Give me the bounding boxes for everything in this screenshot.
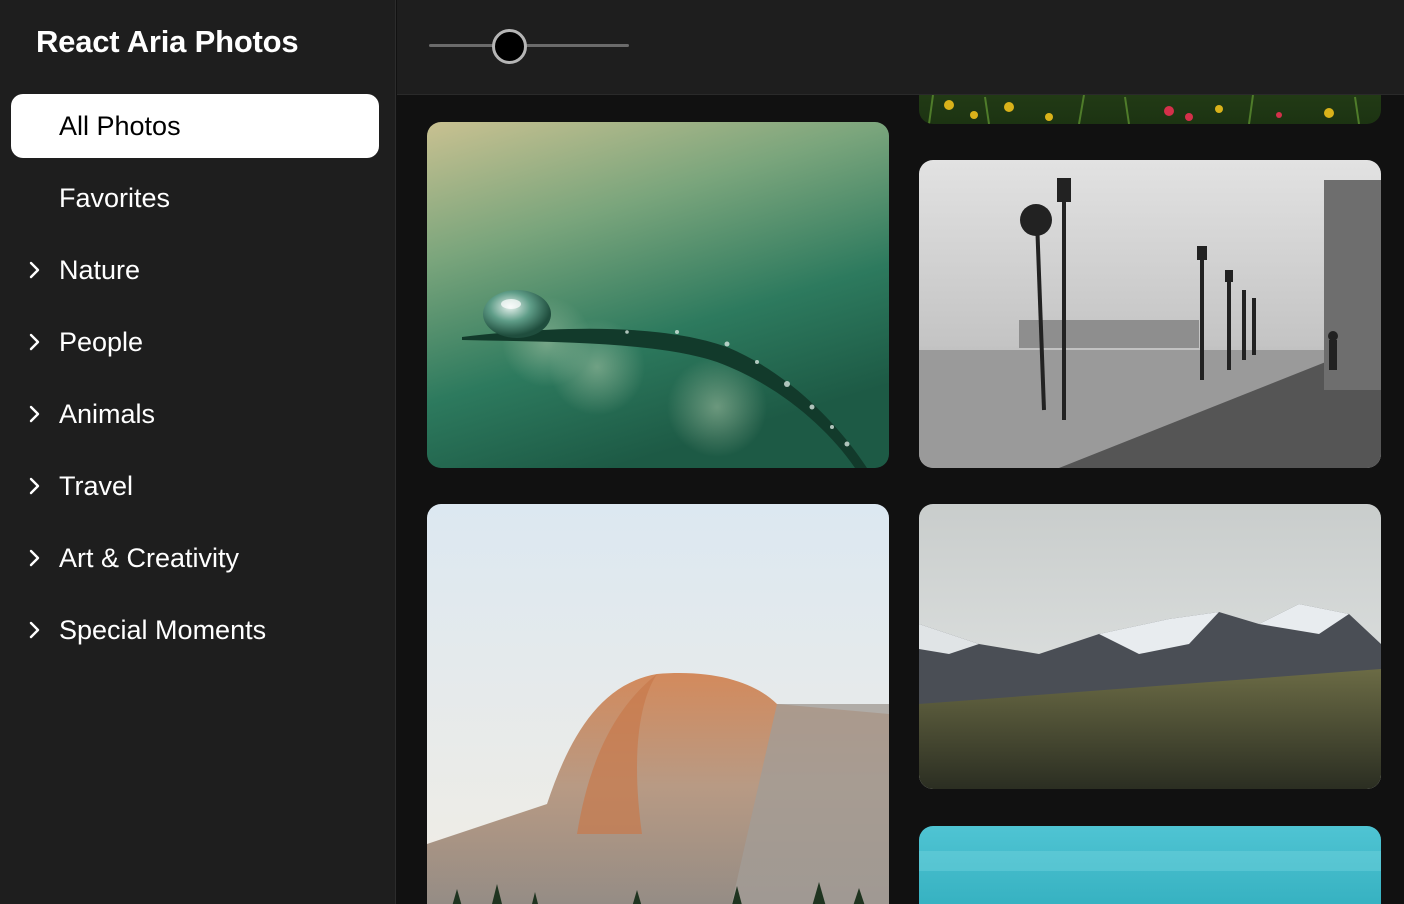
sidebar-item-nature[interactable]: Nature bbox=[11, 238, 379, 302]
sidebar: React Aria Photos All Photos Favorites N… bbox=[0, 0, 396, 904]
photo-gallery bbox=[397, 95, 1404, 904]
chevron-right-icon[interactable] bbox=[24, 620, 44, 640]
sidebar-item-label: Art & Creativity bbox=[59, 542, 240, 573]
zoom-slider[interactable] bbox=[429, 28, 629, 64]
half-dome-image bbox=[427, 504, 889, 904]
sidebar-item-all-photos[interactable]: All Photos bbox=[11, 94, 379, 158]
sidebar-item-label: All Photos bbox=[59, 110, 181, 141]
chevron-right-icon[interactable] bbox=[24, 476, 44, 496]
sidebar-item-label: Animals bbox=[59, 398, 156, 429]
sidebar-item-special-moments[interactable]: Special Moments bbox=[11, 598, 379, 662]
slider-track[interactable] bbox=[429, 44, 629, 47]
sidebar-item-label: Favorites bbox=[59, 182, 171, 213]
sidebar-item-label: People bbox=[59, 326, 144, 357]
toolbar bbox=[397, 0, 1404, 95]
promenade-image bbox=[919, 160, 1381, 468]
app-window: React Aria Photos All Photos Favorites N… bbox=[0, 0, 1404, 904]
chevron-right-icon[interactable] bbox=[24, 260, 44, 280]
sidebar-item-people[interactable]: People bbox=[11, 310, 379, 374]
sidebar-item-art-creativity[interactable]: Art & Creativity bbox=[11, 526, 379, 590]
photo-half-dome[interactable] bbox=[427, 504, 889, 904]
sidebar-item-label: Nature bbox=[59, 254, 141, 285]
photo-snowy-mountains[interactable] bbox=[919, 504, 1381, 789]
photo-wildflowers[interactable] bbox=[919, 95, 1381, 124]
sidebar-item-label: Travel bbox=[59, 470, 134, 501]
sidebar-item-animals[interactable]: Animals bbox=[11, 382, 379, 446]
chevron-right-icon[interactable] bbox=[24, 404, 44, 424]
snowy-mountains-image bbox=[919, 504, 1381, 789]
sidebar-item-label: Special Moments bbox=[59, 614, 267, 645]
droplet-image bbox=[427, 122, 889, 468]
turquoise-water-image bbox=[919, 826, 1381, 904]
chevron-right-icon[interactable] bbox=[24, 548, 44, 568]
chevron-right-icon[interactable] bbox=[24, 332, 44, 352]
photo-foggy-promenade[interactable] bbox=[919, 160, 1381, 468]
sidebar-item-favorites[interactable]: Favorites bbox=[11, 166, 379, 230]
wildflowers-image bbox=[919, 95, 1381, 124]
photo-turquoise-water[interactable] bbox=[919, 826, 1381, 904]
photo-water-droplet[interactable] bbox=[427, 122, 889, 468]
sidebar-nav: All Photos Favorites Nature People Anima… bbox=[11, 94, 379, 670]
sidebar-item-travel[interactable]: Travel bbox=[11, 454, 379, 518]
app-title: React Aria Photos bbox=[36, 24, 299, 59]
slider-thumb[interactable] bbox=[491, 29, 527, 64]
